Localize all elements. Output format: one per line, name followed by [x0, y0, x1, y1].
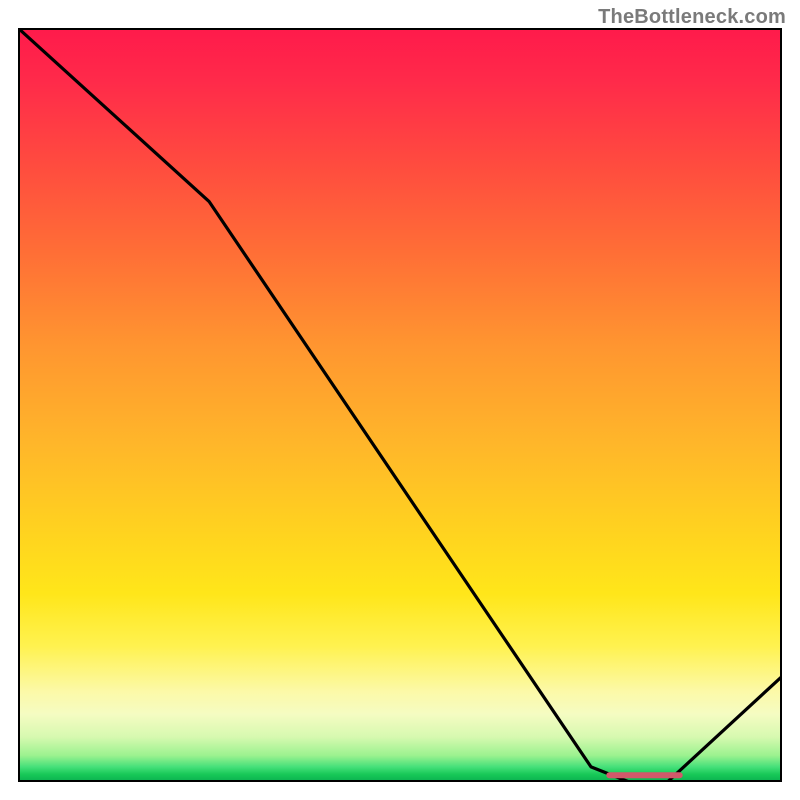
chart-plot-area [18, 28, 782, 782]
optimal-band-marker [606, 772, 682, 778]
watermark-text: TheBottleneck.com [598, 6, 786, 29]
bottleneck-curve-line [18, 28, 782, 782]
chart-overlay-svg [18, 28, 782, 782]
